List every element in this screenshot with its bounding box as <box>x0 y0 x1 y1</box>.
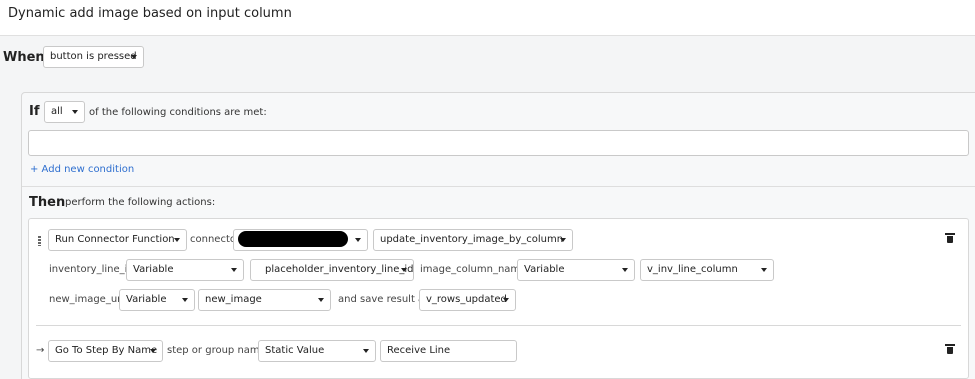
caret-down-icon <box>318 298 324 302</box>
trigger-select[interactable]: button is pressed <box>43 46 144 68</box>
trash-icon[interactable] <box>945 233 955 243</box>
step-name-input[interactable]: Receive Line <box>380 340 517 362</box>
trash-icon[interactable] <box>945 344 955 354</box>
inventory-line-id-value-select[interactable]: placeholder_inventory_line_id <box>250 259 414 281</box>
when-label: When <box>3 50 45 65</box>
action2-type-select[interactable]: Go To Step By Name <box>48 340 163 362</box>
caret-down-icon <box>560 238 566 242</box>
caret-down-icon <box>503 298 509 302</box>
image-column-name-label: image_column_name: <box>420 264 530 275</box>
new-image-url-label: new_image_url: <box>49 294 128 305</box>
save-result-value: v_rows_updated <box>426 294 507 305</box>
function-select-value: update_inventory_image_by_column <box>380 234 564 245</box>
caret-down-icon <box>761 268 767 272</box>
then-text: perform the following actions: <box>65 197 216 208</box>
image-column-name-source-select[interactable]: Variable <box>517 259 635 281</box>
conditions-box[interactable] <box>28 130 969 156</box>
arrow-right-icon: → <box>36 345 45 356</box>
save-result-select[interactable]: v_rows_updated <box>419 289 516 311</box>
caret-down-icon <box>363 349 369 353</box>
add-condition-link[interactable]: + Add new condition <box>30 164 134 175</box>
action2-type-value: Go To Step By Name <box>55 345 158 356</box>
inventory-line-id-label: inventory_line_id: <box>49 264 138 275</box>
page-title: Dynamic add image based on input column <box>8 6 292 21</box>
caret-down-icon <box>131 55 137 59</box>
inventory-line-id-source-value: Variable <box>133 264 174 275</box>
action1-type-value: Run Connector Function <box>55 234 175 245</box>
divider <box>36 325 961 326</box>
inventory-line-id-source-select[interactable]: Variable <box>126 259 244 281</box>
new-image-url-value-select[interactable]: new_image <box>198 289 331 311</box>
caret-down-icon <box>231 268 237 272</box>
step-name-label: step or group name: <box>167 345 270 356</box>
caret-down-icon <box>72 110 78 114</box>
step-name-value: Receive Line <box>387 345 451 356</box>
image-column-name-value: v_inv_line_column <box>647 264 738 275</box>
conditions-text: of the following conditions are met: <box>89 107 267 118</box>
image-column-name-value-select[interactable]: v_inv_line_column <box>640 259 774 281</box>
drag-handle-icon[interactable] <box>38 236 41 246</box>
match-select[interactable]: all <box>44 101 85 123</box>
step-source-value: Static Value <box>265 345 325 356</box>
then-label: Then <box>29 195 66 210</box>
step-source-select[interactable]: Static Value <box>258 340 376 362</box>
action1-type-select[interactable]: Run Connector Function <box>48 229 187 251</box>
caret-down-icon <box>150 349 156 353</box>
caret-down-icon <box>182 298 188 302</box>
image-column-name-source-value: Variable <box>524 264 565 275</box>
caret-down-icon <box>174 238 180 242</box>
inventory-line-id-value: placeholder_inventory_line_id <box>265 264 414 275</box>
new-image-url-value: new_image <box>205 294 262 305</box>
redaction-mark <box>238 231 348 247</box>
match-select-value: all <box>51 106 63 117</box>
trigger-select-value: button is pressed <box>50 51 137 62</box>
caret-down-icon <box>355 238 361 242</box>
new-image-url-source-select[interactable]: Variable <box>119 289 195 311</box>
if-label: If <box>29 104 40 119</box>
new-image-url-source-value: Variable <box>126 294 167 305</box>
caret-down-icon <box>622 268 628 272</box>
caret-down-icon <box>401 268 407 272</box>
divider <box>22 186 975 187</box>
function-select[interactable]: update_inventory_image_by_column <box>373 229 573 251</box>
